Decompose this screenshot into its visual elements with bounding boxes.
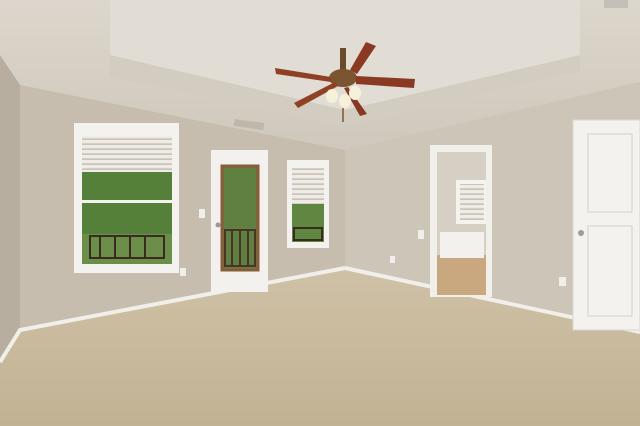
left-side-wall [0, 55, 20, 360]
fan-light [349, 86, 361, 100]
fan-light [339, 94, 351, 108]
fan-light [326, 89, 338, 103]
window-left [74, 123, 179, 273]
outlet-right-2 [559, 277, 566, 286]
bedroom-scene [0, 0, 640, 426]
outlet-left [180, 268, 186, 276]
outlet-right [390, 256, 395, 263]
window-middle [287, 160, 329, 248]
light-switch-left[interactable] [199, 209, 205, 218]
air-vent-corner [604, 0, 628, 8]
closet-door-knob[interactable] [578, 230, 584, 236]
bathroom-doorway[interactable] [430, 145, 492, 297]
closet-door[interactable] [572, 119, 640, 331]
door-handle[interactable] [215, 222, 221, 228]
light-switch-right[interactable] [418, 230, 424, 239]
patio-door[interactable] [211, 150, 268, 292]
